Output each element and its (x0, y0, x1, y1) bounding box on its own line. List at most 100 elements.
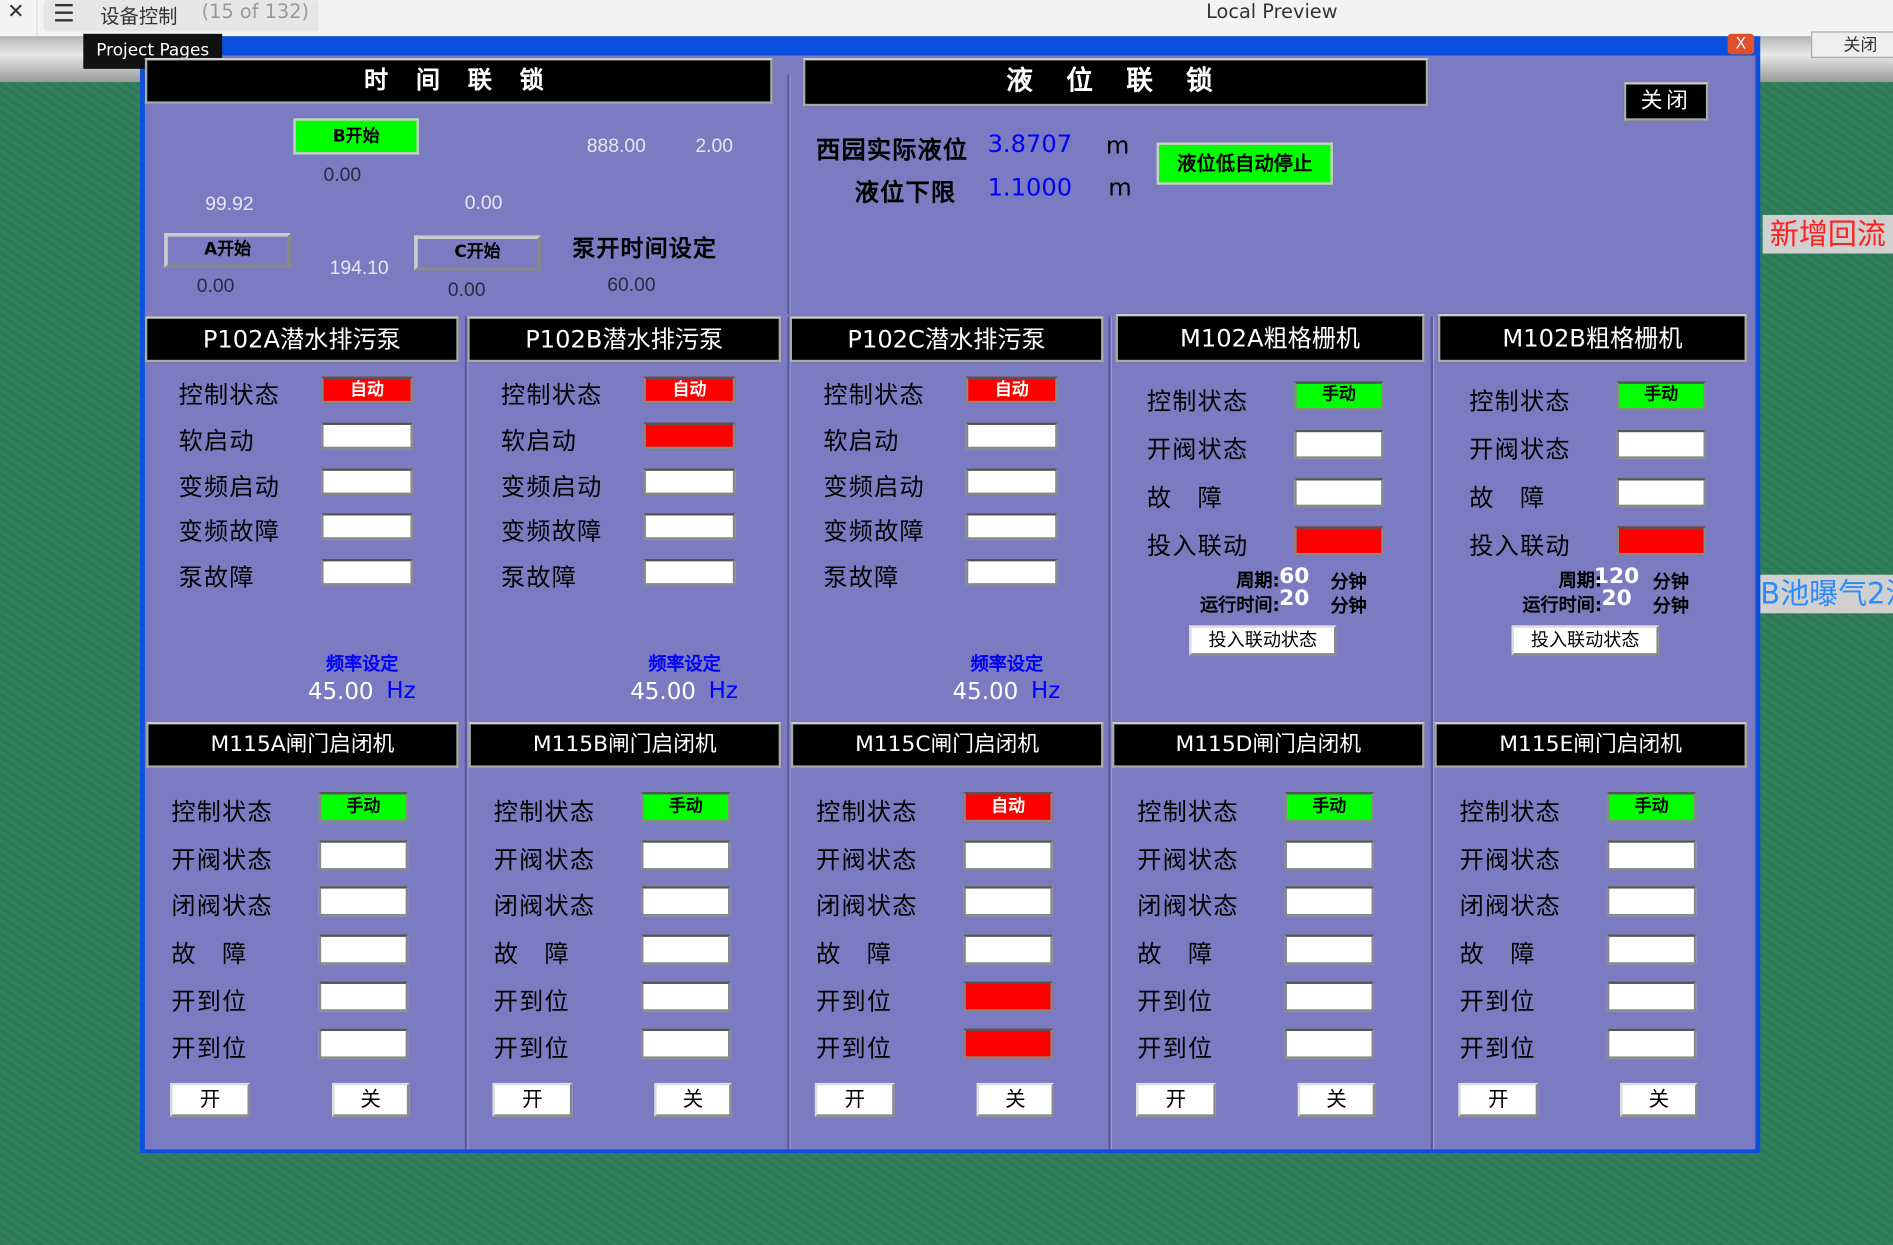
status-label: 控制状态 (816, 796, 918, 826)
freq-label: 频率设定 (325, 653, 399, 675)
link-state-button[interactable]: 投入联动状态 (1511, 625, 1659, 656)
status-indicator (963, 934, 1053, 965)
status-indicator: 手动 (1616, 381, 1706, 411)
status-label: 泵故障 (178, 562, 255, 592)
close-gate-button[interactable]: 关 (654, 1082, 732, 1117)
open-button[interactable]: 开 (170, 1082, 250, 1117)
right-tab[interactable]: 关闭 (1810, 31, 1893, 58)
status-indicator (1606, 840, 1697, 871)
run-time-value[interactable]: 20 (1592, 586, 1640, 611)
status-indicator (321, 468, 413, 495)
status-label: 闭阀状态 (493, 890, 596, 920)
status-label: 闭阀状态 (171, 890, 273, 920)
status-label: 开到位 (816, 1033, 893, 1063)
close-preview-button[interactable]: ✕ (7, 0, 24, 24)
status-label: 开到位 (1137, 986, 1214, 1016)
status-indicator (963, 981, 1053, 1012)
status-label: 故 障 (1146, 482, 1223, 512)
status-label: 控制状态 (501, 380, 603, 410)
a-value: 0.00 (196, 276, 235, 297)
status-label: 控制状态 (171, 796, 273, 826)
status-label: 故 障 (1459, 939, 1536, 969)
status-label: 开到位 (493, 986, 570, 1016)
gate-header: M115A闸门启闭机 (146, 721, 459, 768)
close-gate-button[interactable]: 关 (1620, 1082, 1698, 1117)
status-label: 开阀状态 (493, 845, 596, 875)
b-start-button[interactable]: B开始 (293, 118, 419, 155)
status-label: 软启动 (178, 426, 255, 456)
pump-header: P102C潜水排污泵 (789, 316, 1104, 363)
status-indicator (1284, 840, 1374, 871)
c-start-button[interactable]: C开始 (414, 235, 541, 271)
open-button[interactable]: 开 (1458, 1082, 1539, 1117)
cycle-unit: 分钟 (1330, 571, 1367, 593)
status-indicator (1284, 1028, 1374, 1059)
pump-time-value[interactable]: 60.00 (607, 275, 655, 297)
divider (787, 74, 791, 314)
low-level-stop-button[interactable]: 液位低自动停止 (1156, 142, 1333, 185)
value-000: 0.00 (464, 193, 503, 214)
screen-header: M102B粗格栅机 (1437, 313, 1747, 363)
lower-limit-value[interactable]: 1.1000 (988, 173, 1072, 202)
run-time-label: 运行时间: (1200, 593, 1280, 616)
status-indicator (321, 422, 413, 450)
status-indicator (641, 981, 731, 1012)
freq-value[interactable]: 45.00 (308, 679, 374, 706)
b-value: 0.00 (323, 165, 362, 186)
cycle-label: 周期: (1558, 569, 1603, 592)
status-label: 故 障 (816, 939, 893, 969)
status-label: 变频故障 (178, 516, 281, 546)
status-label: 变频启动 (178, 472, 281, 502)
status-label: 变频故障 (823, 516, 925, 546)
page-title: 设备控制 (100, 4, 178, 28)
screen-header: M102A粗格栅机 (1115, 313, 1425, 363)
status-indicator (318, 840, 409, 871)
close-gate-button[interactable]: 关 (332, 1082, 410, 1117)
status-label: 控制状态 (823, 380, 925, 410)
status-indicator: 手动 (318, 791, 409, 823)
status-label: 故 障 (1469, 482, 1546, 512)
close-gate-button[interactable]: 关 (976, 1082, 1054, 1117)
status-label: 投入联动 (1469, 531, 1571, 561)
status-label: 控制状态 (1137, 796, 1239, 826)
side-link-aeration[interactable]: B池曝气2池 (1760, 574, 1893, 614)
liquid-interlock-header: 液 位 联 锁 (802, 57, 1429, 107)
window-close-button[interactable]: X (1727, 33, 1755, 55)
status-indicator (643, 558, 736, 586)
status-indicator (1616, 478, 1706, 508)
freq-value[interactable]: 45.00 (953, 679, 1019, 706)
side-link-reflux[interactable]: 新增回流 (1762, 214, 1893, 254)
run-time-value[interactable]: 20 (1270, 586, 1318, 611)
close-gate-button[interactable]: 关 (1297, 1082, 1376, 1117)
a-start-button[interactable]: A开始 (164, 233, 291, 269)
status-indicator (1284, 981, 1374, 1012)
menu-icon[interactable]: ☰ (53, 0, 75, 28)
status-indicator: 手动 (1294, 381, 1384, 411)
status-indicator (1284, 934, 1374, 965)
status-indicator (641, 886, 731, 917)
lower-limit-unit: m (1108, 172, 1134, 202)
status-indicator (1606, 981, 1697, 1012)
open-button[interactable]: 开 (492, 1082, 573, 1117)
status-indicator: 自动 (965, 376, 1058, 404)
status-label: 泵故障 (823, 562, 900, 592)
gate-header: M115B闸门启闭机 (468, 721, 782, 768)
status-label: 控制状态 (493, 796, 596, 826)
open-button[interactable]: 开 (1136, 1082, 1216, 1117)
status-indicator (1606, 934, 1697, 965)
status-indicator (321, 513, 413, 540)
status-label: 泵故障 (501, 562, 578, 592)
close-button[interactable]: 关闭 (1623, 82, 1709, 121)
status-indicator (643, 513, 736, 540)
gate-header: M115C闸门启闭机 (790, 721, 1104, 768)
link-state-button[interactable]: 投入联动状态 (1189, 625, 1337, 656)
cycle-label: 周期: (1236, 569, 1280, 592)
open-button[interactable]: 开 (814, 1082, 895, 1117)
status-label: 故 障 (1137, 939, 1214, 969)
status-label: 开阀状态 (1137, 845, 1239, 875)
status-indicator: 自动 (963, 791, 1053, 823)
status-label: 开阀状态 (171, 845, 273, 875)
status-label: 软启动 (501, 426, 578, 456)
time-interlock-header: 时 间 联 锁 (144, 57, 773, 104)
freq-value[interactable]: 45.00 (630, 679, 696, 706)
